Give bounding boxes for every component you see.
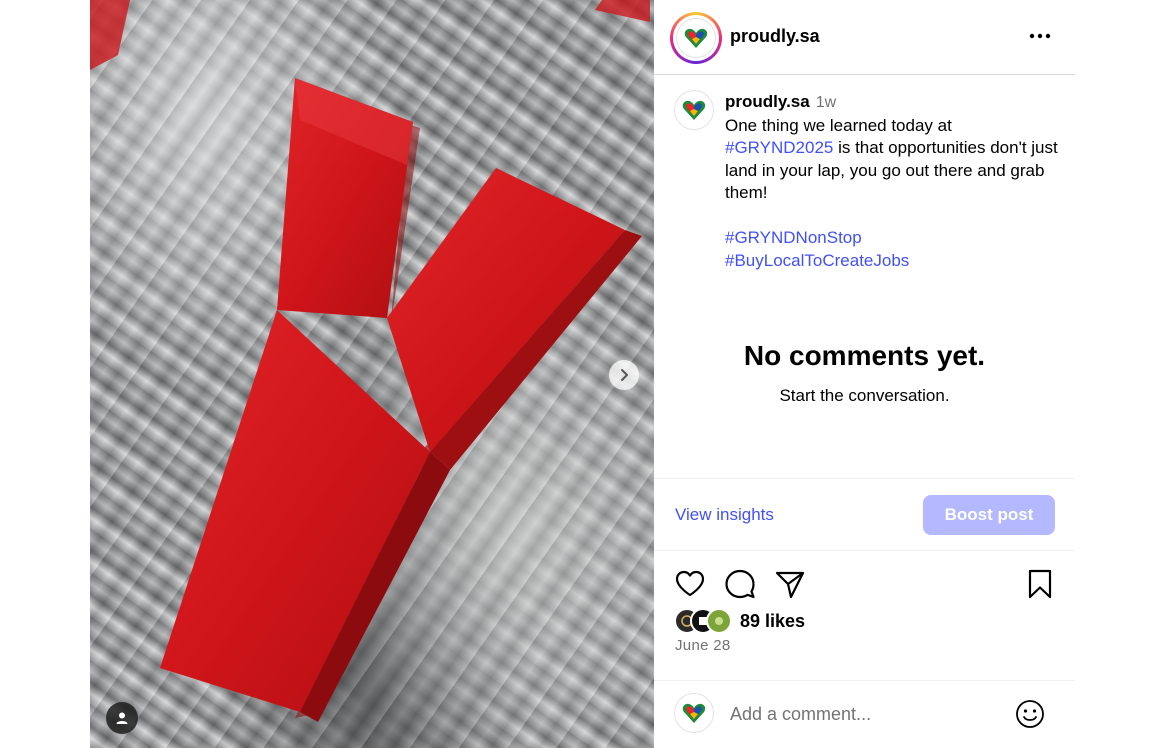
heart-logo-icon (682, 703, 706, 723)
tagged-users-button[interactable] (106, 702, 138, 734)
hashtag-link[interactable]: #BuyLocalToCreateJobs (725, 251, 909, 270)
comment-icon[interactable] (724, 568, 756, 600)
caption-text: One thing we learned today at (725, 115, 952, 135)
post-date: June 28 (675, 637, 731, 654)
header-username[interactable]: proudly.sa (730, 26, 820, 47)
boost-post-button[interactable]: Boost post (923, 495, 1055, 535)
bookmark-icon[interactable] (1024, 568, 1056, 600)
caption-username[interactable]: proudly.sa (725, 92, 810, 111)
likes-row[interactable]: 89 likes (674, 607, 805, 635)
profile-avatar[interactable] (670, 12, 722, 64)
view-insights-link[interactable]: View insights (675, 505, 774, 525)
caption-avatar[interactable] (674, 90, 714, 130)
heart-icon[interactable] (674, 568, 706, 600)
likes-count[interactable]: 89 likes (740, 611, 805, 632)
heart-logo-icon (684, 28, 708, 48)
post-time[interactable]: 1w (816, 94, 836, 111)
emoji-icon[interactable] (1014, 698, 1046, 730)
commenter-avatar (674, 693, 714, 733)
heart-logo-icon (682, 100, 706, 120)
post-caption: proudly.sa 1w One thing we learned today … (725, 91, 1060, 272)
post-details-panel: proudly.sa proudly.sa 1w One thing we lea… (654, 0, 1075, 748)
chevron-right-icon (621, 369, 628, 381)
add-comment-input[interactable] (730, 699, 1000, 729)
next-slide-button[interactable] (609, 360, 639, 390)
hashtag-link[interactable]: #GRYNDNonStop (725, 228, 862, 247)
post-media[interactable] (90, 0, 654, 748)
liker-avatar (706, 608, 732, 634)
more-options-button[interactable] (1026, 26, 1054, 46)
no-comments-title: No comments yet. (743, 340, 986, 371)
insights-bar: View insights Boost post (654, 478, 1075, 551)
proudly-sa-logo (676, 18, 716, 58)
user-icon (116, 712, 128, 724)
comment-bar (654, 680, 1075, 748)
more-horizontal-icon (1029, 33, 1051, 39)
share-icon[interactable] (774, 568, 806, 600)
no-comments-subtitle: Start the conversation. (779, 386, 950, 405)
post-header: proudly.sa (654, 0, 1075, 75)
hashtag-link[interactable]: #GRYND2025 (725, 138, 833, 157)
red-letter-y-image (90, 0, 650, 722)
